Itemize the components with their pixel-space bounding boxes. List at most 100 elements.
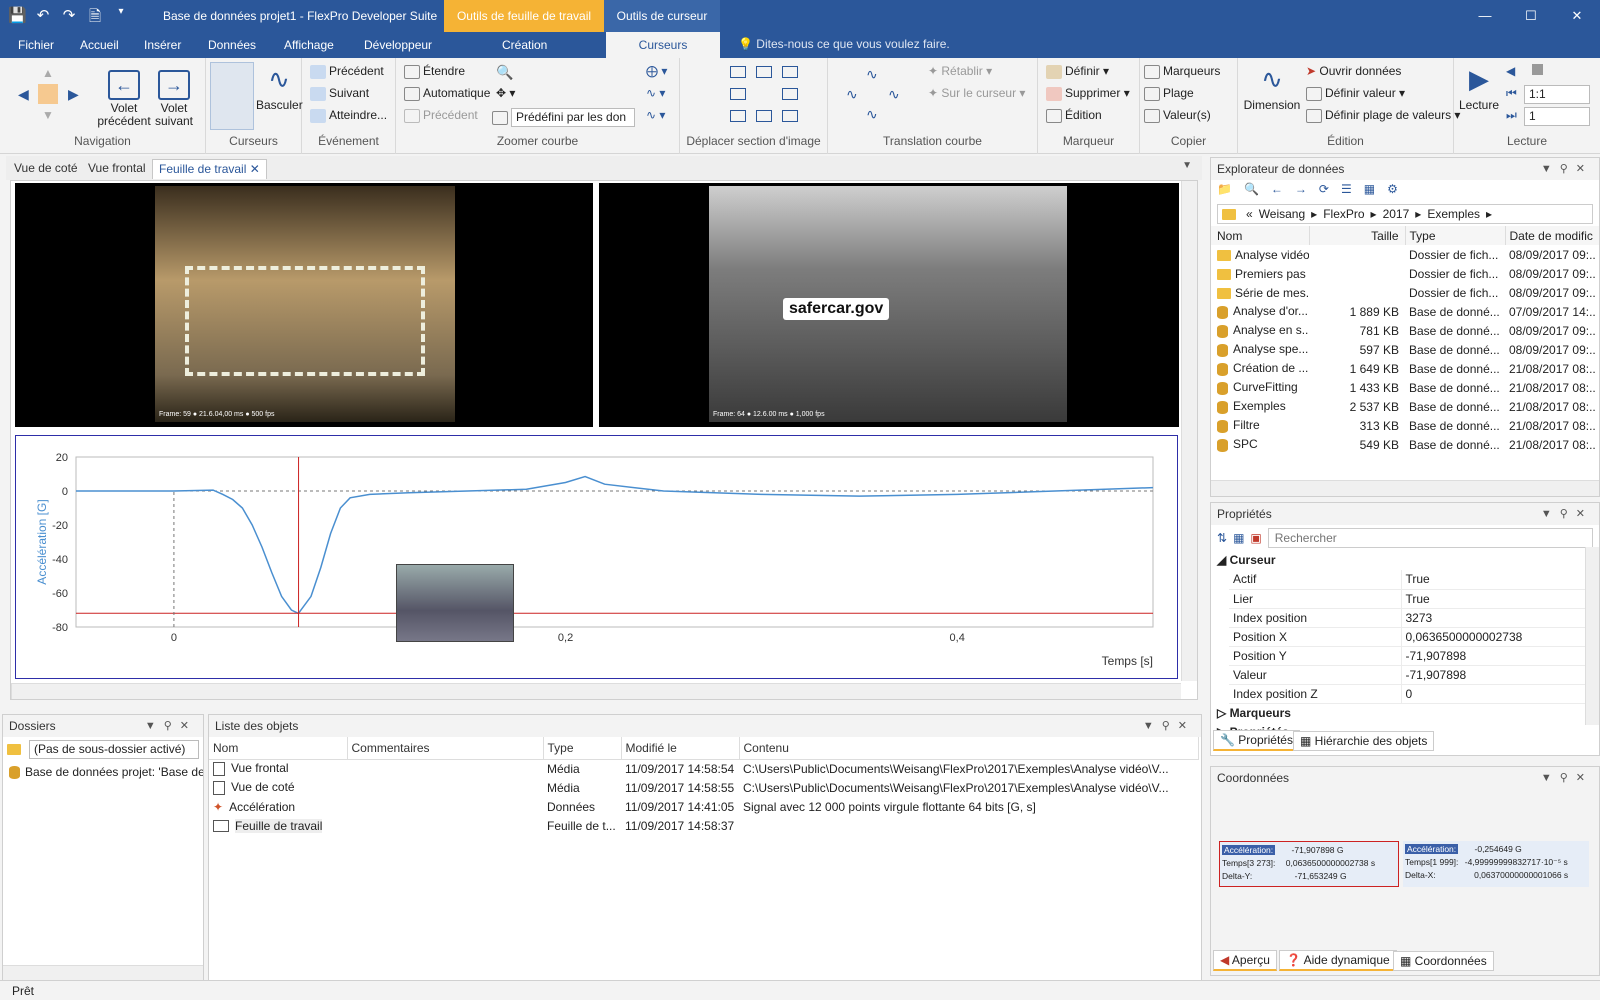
tab-accueil[interactable]: Accueil	[70, 32, 129, 58]
col-type[interactable]: Type	[543, 737, 622, 760]
property-pages-icon[interactable]: ▣	[1250, 531, 1261, 545]
explorer-path-bar[interactable]: « Weisang ▸ FlexPro ▸ 2017 ▸ Exemples ▸	[1217, 204, 1593, 224]
table-row[interactable]: Vue frontal Média 11/09/2017 14:58:54 C:\Us…	[209, 759, 1199, 778]
prev-pane-button[interactable]: ← Volet précédent	[96, 70, 152, 128]
first-frame-icon[interactable]: ⏮	[1506, 86, 1517, 101]
tab-inserer[interactable]: Insérer	[134, 32, 191, 58]
folders-horizontal-scrollbar[interactable]	[3, 965, 203, 981]
undo-icon[interactable]: ↶	[34, 6, 52, 31]
zoom-auto-button[interactable]: Automatique	[404, 86, 490, 101]
properties-search-input[interactable]	[1267, 528, 1593, 548]
col-content[interactable]: Contenu	[739, 737, 1199, 760]
close-tab-icon[interactable]: ✕	[250, 162, 260, 176]
next-pane-button[interactable]: → Volet suivant	[148, 70, 200, 128]
subfolder-filter-combo[interactable]: (Pas de sous-dossier activé)	[29, 740, 199, 759]
tab-affichage[interactable]: Affichage	[274, 32, 344, 58]
zoom-x-icon[interactable]: ∿ ▾	[646, 108, 665, 122]
tab-object-hierarchy[interactable]: ▦ Hiérarchie des objets	[1293, 731, 1435, 751]
worksheet-horizontal-scrollbar[interactable]	[11, 683, 1181, 699]
close-button[interactable]: ✕	[1554, 0, 1600, 32]
tab-fichier[interactable]: Fichier	[8, 32, 64, 58]
new-document-icon[interactable]: 🗎	[86, 6, 104, 31]
folder-tree-item[interactable]: Base de données projet: 'Base de d	[3, 762, 203, 782]
doc-tab-front-view[interactable]: Vue frontal	[82, 159, 152, 179]
speed-combo[interactable]: 1:1	[1524, 85, 1590, 104]
explorer-horizontal-scrollbar[interactable]	[1211, 480, 1599, 496]
explorer-search-icon[interactable]: 🔍	[1244, 182, 1259, 200]
nav-arrows-icon[interactable]: ◀	[18, 86, 29, 103]
property-value[interactable]: -71,907898	[1401, 665, 1589, 685]
property-category-markers[interactable]: ▷ Marqueurs	[1211, 704, 1599, 723]
move-image-up-icon[interactable]	[756, 66, 772, 78]
table-row[interactable]: ✦ Accélération Données 11/09/2017 14:41:05 S…	[209, 797, 1199, 816]
explorer-row[interactable]: SPC 549 KB Base de donné... 21/08/2017 08:.…	[1211, 435, 1599, 454]
doc-tab-worksheet[interactable]: Feuille de travail ✕	[152, 159, 267, 179]
explorer-row[interactable]: Analyse en s... 781 KB Base de donné... 08/…	[1211, 321, 1599, 340]
explorer-col-name[interactable]: Nom	[1211, 226, 1310, 245]
event-reach-button[interactable]: Atteindre...	[310, 108, 387, 123]
explorer-col-date[interactable]: Date de modific	[1505, 226, 1599, 245]
step-spinner[interactable]: 1	[1524, 107, 1590, 126]
explorer-folder-icon[interactable]: 📁	[1217, 182, 1232, 200]
tab-list-dropdown-icon[interactable]: ▼	[1182, 160, 1192, 171]
property-value[interactable]: -71,907898	[1401, 646, 1589, 666]
restore-button[interactable]: ✦ Rétablir ▾	[928, 64, 992, 78]
path-segment-weisang[interactable]: Weisang	[1259, 207, 1305, 221]
panel-controls-icon[interactable]: ▼⚲✕	[1541, 158, 1593, 180]
panel-controls-icon[interactable]: ▼⚲✕	[145, 715, 197, 737]
zoom-xy-icon[interactable]: ⨁ ▾	[646, 64, 667, 78]
panel-controls-icon[interactable]: ▼⚲✕	[1541, 503, 1593, 525]
explorer-row[interactable]: Analyse d'or... 1 889 KB Base de donné... 0…	[1211, 302, 1599, 321]
path-overflow[interactable]: «	[1246, 207, 1253, 221]
explorer-row[interactable]: Exemples 2 537 KB Base de donné... 21/08/20…	[1211, 397, 1599, 416]
property-row[interactable]: Lier True	[1229, 589, 1589, 609]
copy-values-button[interactable]: Valeur(s)	[1144, 108, 1211, 123]
tab-donnees[interactable]: Données	[198, 32, 266, 58]
move-image-left-icon[interactable]	[730, 88, 746, 100]
translate-down-icon[interactable]: ∿	[866, 106, 878, 123]
marker-edit-button[interactable]: Édition	[1046, 108, 1102, 123]
explorer-refresh-icon[interactable]: ⟳	[1319, 182, 1329, 200]
zoom-extend-button[interactable]: Étendre	[404, 64, 465, 79]
properties-scrollbar[interactable]	[1585, 547, 1599, 725]
play-button[interactable]: ▶ Lecture	[1458, 64, 1500, 112]
nav-up-icon[interactable]: ▲	[42, 66, 54, 80]
property-category-cursor[interactable]: ◢ Curseur	[1211, 551, 1599, 570]
pause-center-icon[interactable]	[38, 84, 58, 104]
redo-icon[interactable]: ↷	[60, 6, 78, 31]
tab-properties[interactable]: 🔧 Propriétés	[1213, 730, 1300, 751]
zoom-axis-icon[interactable]: ✥ ▾	[496, 86, 515, 100]
explorer-row[interactable]: CurveFitting 1 433 KB Base de donné... 21/0…	[1211, 378, 1599, 397]
copy-markers-button[interactable]: Marqueurs	[1144, 64, 1220, 79]
path-segment-exemples[interactable]: Exemples	[1427, 207, 1480, 221]
move-image-right-icon[interactable]	[782, 88, 798, 100]
cursor-types-icon[interactable]	[210, 62, 254, 130]
zoom-preset-combo[interactable]: Prédéfini par les don	[492, 108, 635, 127]
move-image-bottomleft-icon[interactable]	[730, 110, 746, 122]
col-modified[interactable]: Modifié le	[621, 737, 740, 760]
explorer-row[interactable]: Analyse spe... 597 KB Base de donné... 08/0…	[1211, 340, 1599, 359]
stop-icon[interactable]	[1532, 64, 1543, 75]
tab-curseurs[interactable]: Curseurs	[606, 32, 720, 58]
event-prev-button[interactable]: Précédent	[310, 64, 384, 79]
toggle-button[interactable]: ∿ Basculer	[256, 64, 303, 112]
open-data-button[interactable]: ➤ Ouvrir données	[1306, 64, 1401, 78]
property-value[interactable]: 0	[1401, 684, 1589, 704]
tab-dynamic-help[interactable]: ❓ Aide dynamique	[1279, 950, 1397, 971]
move-image-topright-icon[interactable]	[782, 66, 798, 78]
path-segment-2017[interactable]: 2017	[1383, 207, 1410, 221]
panel-controls-icon[interactable]: ▼⚲✕	[1143, 715, 1195, 737]
explorer-row[interactable]: Série de mes... Dossier de fich... 08/09/2…	[1211, 283, 1599, 302]
col-comments[interactable]: Commentaires	[347, 737, 544, 760]
explorer-back-icon[interactable]: ←	[1271, 182, 1283, 200]
path-segment-flexpro[interactable]: FlexPro	[1323, 207, 1364, 221]
explorer-view-icon[interactable]: ☰	[1341, 182, 1352, 200]
tab-developpeur[interactable]: Développeur	[354, 32, 442, 58]
property-value[interactable]: True	[1401, 570, 1589, 590]
explorer-settings-icon[interactable]: ⚙	[1387, 182, 1398, 200]
on-cursor-button[interactable]: ✦ Sur le curseur ▾	[928, 86, 1025, 100]
property-row[interactable]: Actif True	[1229, 570, 1589, 590]
translate-right-icon[interactable]: ∿	[888, 86, 900, 103]
translate-left-icon[interactable]: ∿	[846, 86, 858, 103]
doc-tab-side-view[interactable]: Vue de coté	[8, 159, 84, 179]
